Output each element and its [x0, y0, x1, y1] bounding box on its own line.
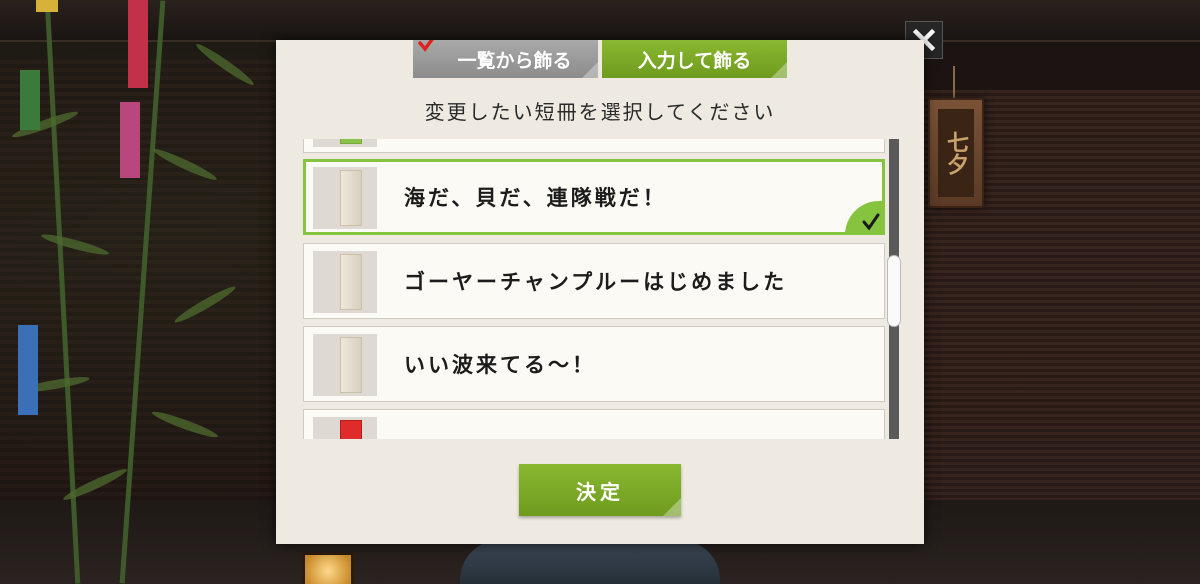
check-icon	[862, 213, 880, 231]
list-item[interactable]	[303, 409, 885, 439]
tanzaku-strip	[340, 254, 362, 310]
tanzaku-strip	[340, 420, 362, 439]
tanzaku-thumbnail	[313, 417, 377, 439]
character-silhouette	[460, 540, 720, 584]
tanabata-plaque: 七夕	[928, 98, 984, 208]
hanging-tanzaku	[18, 325, 38, 415]
tanzaku-thumbnail	[313, 251, 377, 313]
plaque-string	[953, 66, 955, 100]
dialog-subtitle: 変更したい短冊を選択してください	[424, 100, 776, 124]
roof-eave	[0, 0, 1200, 42]
tab-label: 一覧から飾る	[457, 49, 572, 72]
list-item[interactable]: ゴーヤーチャンプルーはじめました	[303, 243, 885, 319]
plaque-face: 七夕	[938, 109, 974, 197]
list-item-text: 海だ、貝だ、連隊戦だ！	[404, 185, 667, 210]
hanging-tanzaku	[20, 70, 40, 130]
red-check-icon	[418, 40, 434, 52]
lantern	[302, 552, 354, 584]
confirm-button[interactable]: 決定	[519, 464, 681, 516]
tab-label: 入力して飾る	[637, 49, 752, 72]
tanzaku-strip	[340, 170, 362, 226]
tanzaku-thumbnail	[313, 139, 377, 147]
tanzaku-list[interactable]: 海だ、貝だ、連隊戦だ！ ゴーヤーチャンプルーはじめました いい波来てる～！	[303, 139, 889, 439]
hanging-tanzaku	[128, 0, 148, 88]
tanzaku-strip	[340, 337, 362, 393]
hanging-tanzaku	[120, 102, 140, 178]
plaque-text: 七夕	[943, 131, 969, 175]
tanzaku-thumbnail	[313, 167, 377, 229]
list-item[interactable]: いい波来てる～！	[303, 326, 885, 402]
list-item-text: いい波来てる～！	[404, 352, 596, 377]
tanzaku-select-dialog: 一覧から飾る 入力して飾る 変更したい短冊を選択してください 海だ、貝だ、連隊戦…	[276, 40, 924, 544]
list-item[interactable]	[303, 139, 885, 153]
button-corner	[663, 498, 681, 516]
tab-input-text[interactable]: 入力して飾る	[602, 40, 787, 78]
confirm-label: 決定	[576, 479, 624, 504]
tanzaku-thumbnail	[313, 334, 377, 396]
tab-select-from-list[interactable]: 一覧から飾る	[413, 40, 598, 78]
list-item-selected[interactable]: 海だ、貝だ、連隊戦だ！	[303, 159, 885, 235]
tab-corner	[582, 62, 598, 78]
tanzaku-strip	[340, 139, 362, 144]
hanging-tanzaku	[36, 0, 58, 12]
list-item-text: ゴーヤーチャンプルーはじめました	[404, 269, 788, 294]
tab-corner	[771, 62, 787, 78]
selected-badge	[845, 201, 885, 235]
scrollbar-thumb[interactable]	[887, 255, 901, 327]
